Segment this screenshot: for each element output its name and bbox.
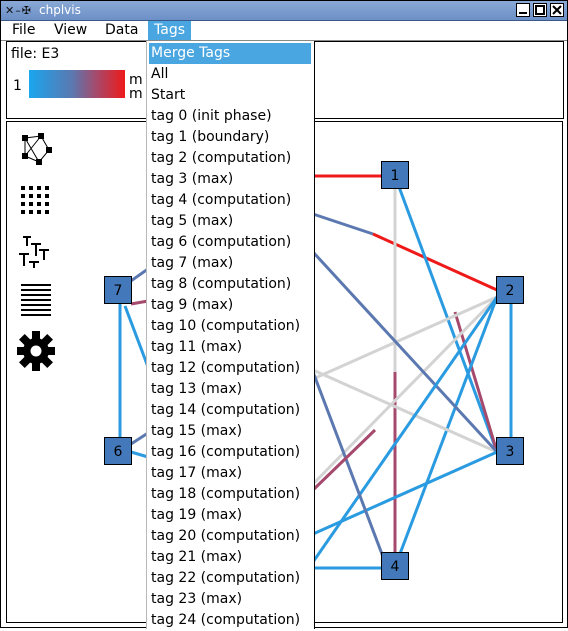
window-menu-icon[interactable]: ✕–✠ [5, 4, 35, 17]
tags-menu-item-tag-23[interactable]: tag 23 (max) [147, 589, 314, 610]
tags-menu-item-tag-7[interactable]: tag 7 (max) [147, 253, 314, 274]
tags-menu-item-tag-21[interactable]: tag 21 (max) [147, 547, 314, 568]
tags-menu-item-tag-22[interactable]: tag 22 (computation) [147, 568, 314, 589]
menu-bar: File View Data Tags [1, 21, 567, 41]
tree-view-icon[interactable] [17, 234, 55, 270]
edge-3-left-grey [312, 368, 498, 454]
graph-node-1[interactable]: 1 [381, 161, 409, 189]
menu-tags[interactable]: Tags [148, 21, 191, 40]
scale-max-label-2: m [129, 86, 143, 102]
title-bar[interactable]: ✕–✠ chplvis [1, 1, 567, 21]
tags-menu-item-tag-5[interactable]: tag 5 (max) [147, 211, 314, 232]
tags-menu-item-tag-11[interactable]: tag 11 (max) [147, 337, 314, 358]
graph-node-6[interactable]: 6 [104, 437, 132, 465]
tags-menu-item-tag-20[interactable]: tag 20 (computation) [147, 526, 314, 547]
window-title: chplvis [39, 3, 81, 17]
tags-menu-item-tag-14[interactable]: tag 14 (computation) [147, 400, 314, 421]
settings-gear-icon[interactable] [16, 330, 56, 372]
edge-3-left [311, 250, 499, 454]
tags-dropdown-menu: Merge Tags All Start tag 0 (init phase) … [146, 41, 315, 629]
tags-menu-item-tag-12[interactable]: tag 12 (computation) [147, 358, 314, 379]
edge-2-left-grey-2 [311, 295, 499, 486]
tags-menu-item-tag-13[interactable]: tag 13 (max) [147, 379, 314, 400]
file-label: file: E3 [11, 46, 60, 62]
list-view-icon[interactable] [17, 282, 55, 318]
menu-view[interactable]: View [48, 21, 93, 40]
edge-4-left-2 [311, 371, 387, 563]
edge-purple-left [311, 428, 377, 492]
tags-menu-item-tag-15[interactable]: tag 15 (max) [147, 421, 314, 442]
graph-node-4[interactable]: 4 [381, 552, 409, 580]
app-window: ✕–✠ chplvis File View Data Tags file: E3… [0, 0, 568, 629]
graph-node-7[interactable]: 7 [104, 276, 132, 304]
tags-menu-item-tag-3[interactable]: tag 3 (max) [147, 169, 314, 190]
graph-view-icon[interactable] [17, 132, 55, 168]
scale-min-label: 1 [13, 78, 22, 94]
color-scale-gradient [29, 70, 125, 98]
close-icon[interactable] [550, 3, 564, 17]
tags-menu-item-tag-17[interactable]: tag 17 (max) [147, 463, 314, 484]
view-toolbar [6, 121, 66, 623]
tags-menu-item-tag-19[interactable]: tag 19 (max) [147, 505, 314, 526]
tags-menu-item-tag-16[interactable]: tag 16 (computation) [147, 442, 314, 463]
tags-menu-item-start[interactable]: Start [147, 85, 314, 106]
maximize-icon[interactable] [533, 3, 547, 17]
tags-menu-item-tag-1[interactable]: tag 1 (boundary) [147, 127, 314, 148]
tags-menu-item-tag-2[interactable]: tag 2 (computation) [147, 148, 314, 169]
grid-view-icon[interactable] [17, 182, 55, 218]
tags-menu-item-tag-8[interactable]: tag 8 (computation) [147, 274, 314, 295]
tags-menu-item-tag-6[interactable]: tag 6 (computation) [147, 232, 314, 253]
tags-menu-item-all[interactable]: All [147, 64, 314, 85]
menu-file[interactable]: File [6, 21, 41, 40]
tags-menu-item-tag-9[interactable]: tag 9 (max) [147, 295, 314, 316]
tags-menu-item-tag-0[interactable]: tag 0 (init phase) [147, 106, 314, 127]
minimize-icon[interactable] [516, 3, 530, 17]
graph-node-2[interactable]: 2 [496, 276, 524, 304]
tags-menu-item-merge[interactable]: Merge Tags [149, 43, 311, 64]
tags-menu-item-tag-18[interactable]: tag 18 (computation) [147, 484, 314, 505]
tags-menu-item-tag-10[interactable]: tag 10 (computation) [147, 316, 314, 337]
menu-data[interactable]: Data [99, 21, 144, 40]
edge-2-4 [393, 296, 499, 568]
graph-node-3[interactable]: 3 [496, 437, 524, 465]
tags-menu-item-tag-4[interactable]: tag 4 (computation) [147, 190, 314, 211]
